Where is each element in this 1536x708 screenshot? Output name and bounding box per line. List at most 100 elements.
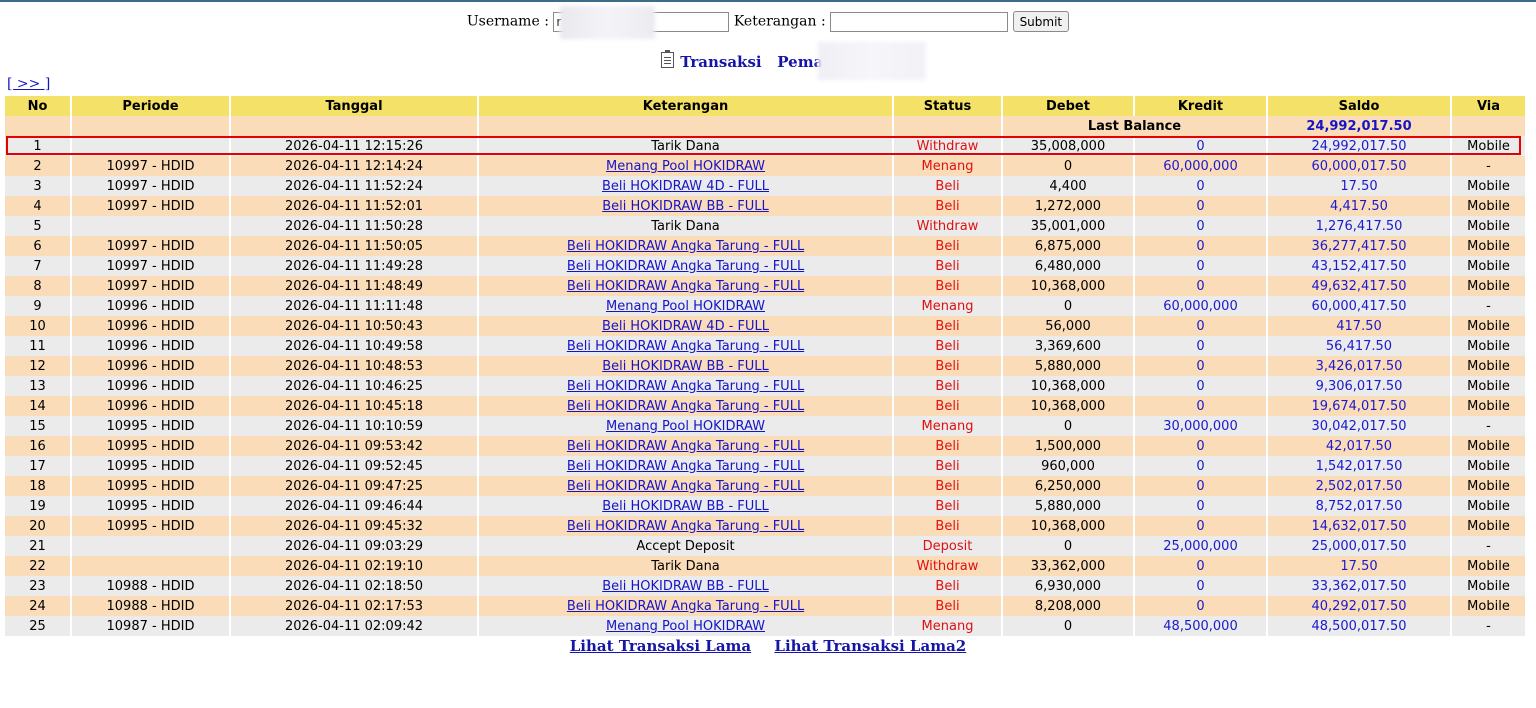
col-header-periode[interactable]: Periode: [71, 96, 231, 116]
cell-keterangan: Menang Pool HOKIDRAW: [478, 156, 894, 176]
col-header-kredit[interactable]: Kredit: [1134, 96, 1268, 116]
transaction-detail-link[interactable]: Beli HOKIDRAW Angka Tarung - FULL: [567, 479, 804, 494]
col-header-tanggal[interactable]: Tanggal: [230, 96, 479, 116]
transaction-detail-link[interactable]: Beli HOKIDRAW BB - FULL: [602, 199, 769, 214]
cell-kredit: 0: [1134, 336, 1268, 356]
keterangan-input[interactable]: [830, 11, 1009, 32]
transaction-detail-link[interactable]: Menang Pool HOKIDRAW: [606, 159, 765, 174]
cell-tanggal: 2026-04-11 10:45:18: [230, 396, 479, 416]
transaction-detail-link[interactable]: Beli HOKIDRAW Angka Tarung - FULL: [567, 399, 804, 414]
cell-keterangan: Menang Pool HOKIDRAW: [478, 296, 894, 316]
cell-tanggal: 2026-04-11 10:48:53: [230, 356, 479, 376]
cell-keterangan: Beli HOKIDRAW BB - FULL: [478, 196, 894, 216]
transaction-detail-link[interactable]: Beli HOKIDRAW BB - FULL: [602, 499, 769, 514]
cell-via: -: [1451, 156, 1527, 176]
cell-no: 9: [5, 296, 72, 316]
cell-via: Mobile: [1451, 216, 1527, 236]
old-transactions-link-2[interactable]: Lihat Transaksi Lama2: [774, 637, 966, 655]
cell-tanggal: 2026-04-11 11:50:28: [230, 216, 479, 236]
cell-debet: 35,001,000: [1002, 216, 1135, 236]
cell-debet: 5,880,000: [1002, 496, 1135, 516]
cell-saldo: 36,277,417.50: [1267, 236, 1452, 256]
cell-tanggal: 2026-04-11 11:50:05: [230, 236, 479, 256]
cell-periode: 10988 - HDID: [71, 576, 231, 596]
cell-status: Menang: [893, 616, 1003, 636]
cell-kredit: 60,000,000: [1134, 156, 1268, 176]
cell-periode: 10995 - HDID: [71, 416, 231, 436]
transaction-detail-link[interactable]: Beli HOKIDRAW 4D - FULL: [602, 179, 769, 194]
cell-via: -: [1451, 296, 1527, 316]
transaction-detail-link[interactable]: Beli HOKIDRAW Angka Tarung - FULL: [567, 439, 804, 454]
cell-keterangan: Tarik Dana: [478, 216, 894, 236]
submit-button[interactable]: Submit: [1012, 11, 1070, 32]
cell-periode: 10996 - HDID: [71, 296, 231, 316]
col-header-via[interactable]: Via: [1451, 96, 1527, 116]
col-header-no[interactable]: No: [5, 96, 72, 116]
cell-status: Withdraw: [893, 136, 1003, 156]
transaction-detail-link[interactable]: Beli HOKIDRAW BB - FULL: [602, 359, 769, 374]
col-header-status[interactable]: Status: [893, 96, 1003, 116]
cell-status: Beli: [893, 356, 1003, 376]
cell-tanggal: 2026-04-11 02:17:53: [230, 596, 479, 616]
cell-no: 17: [5, 456, 72, 476]
col-header-saldo[interactable]: Saldo: [1267, 96, 1452, 116]
col-header-debet[interactable]: Debet: [1002, 96, 1135, 116]
transaction-detail-link[interactable]: Beli HOKIDRAW BB - FULL: [602, 579, 769, 594]
old-transactions-link[interactable]: Lihat Transaksi Lama: [570, 637, 751, 655]
cell-tanggal: 2026-04-11 02:19:10: [230, 556, 479, 576]
cell-no: 7: [5, 256, 72, 276]
cell-status: Beli: [893, 336, 1003, 356]
cell-keterangan: Menang Pool HOKIDRAW: [478, 616, 894, 636]
cell-kredit: 0: [1134, 596, 1268, 616]
cell-no: 21: [5, 536, 72, 556]
transaction-detail-link[interactable]: Beli HOKIDRAW Angka Tarung - FULL: [567, 459, 804, 474]
table-row: 13 10996 - HDID 2026-04-11 10:46:25 Beli HO…: [5, 376, 1527, 396]
table-row: 12 10996 - HDID 2026-04-11 10:48:53 Beli HO…: [5, 356, 1527, 376]
cell-via: Mobile: [1451, 476, 1527, 496]
transaction-detail-link[interactable]: Beli HOKIDRAW Angka Tarung - FULL: [567, 519, 804, 534]
cell-via: Mobile: [1451, 356, 1527, 376]
transaction-detail-link[interactable]: Beli HOKIDRAW 4D - FULL: [602, 319, 769, 334]
transaction-detail-link[interactable]: Beli HOKIDRAW Angka Tarung - FULL: [567, 339, 804, 354]
cell-via: Mobile: [1451, 316, 1527, 336]
next-page-link[interactable]: [ >> ]: [7, 76, 50, 92]
cell-status: Beli: [893, 236, 1003, 256]
cell-periode: [71, 136, 231, 156]
cell-saldo: 8,752,017.50: [1267, 496, 1452, 516]
cell-keterangan: Beli HOKIDRAW Angka Tarung - FULL: [478, 476, 894, 496]
cell-saldo: 4,417.50: [1267, 196, 1452, 216]
cell-periode: 10996 - HDID: [71, 316, 231, 336]
transaction-detail-link[interactable]: Beli HOKIDRAW Angka Tarung - FULL: [567, 239, 804, 254]
cell-keterangan: Beli HOKIDRAW Angka Tarung - FULL: [478, 236, 894, 256]
table-row: 20 10995 - HDID 2026-04-11 09:45:32 Beli HO…: [5, 516, 1527, 536]
cell-periode: 10997 - HDID: [71, 196, 231, 216]
cell-saldo: 1,276,417.50: [1267, 216, 1452, 236]
transaction-table: No Periode Tanggal Keterangan Status Deb…: [5, 96, 1527, 636]
cell-no: 11: [5, 336, 72, 356]
cell-status: Withdraw: [893, 556, 1003, 576]
cell-kredit: 30,000,000: [1134, 416, 1268, 436]
cell-periode: 10995 - HDID: [71, 476, 231, 496]
transaction-detail-link[interactable]: Beli HOKIDRAW Angka Tarung - FULL: [567, 259, 804, 274]
cell-debet: 5,880,000: [1002, 356, 1135, 376]
cell-debet: 6,930,000: [1002, 576, 1135, 596]
col-header-keterangan[interactable]: Keterangan: [478, 96, 894, 116]
cell-periode: 10996 - HDID: [71, 376, 231, 396]
transaction-detail-link[interactable]: Menang Pool HOKIDRAW: [606, 619, 765, 634]
cell-keterangan: Beli HOKIDRAW Angka Tarung - FULL: [478, 336, 894, 356]
table-row: 14 10996 - HDID 2026-04-11 10:45:18 Beli HO…: [5, 396, 1527, 416]
transaction-detail-link[interactable]: Menang Pool HOKIDRAW: [606, 299, 765, 314]
page-title: Transaksi Pemain : ru: [0, 50, 1536, 71]
cell-keterangan: Menang Pool HOKIDRAW: [478, 416, 894, 436]
cell-via: Mobile: [1451, 556, 1527, 576]
cell-kredit: 0: [1134, 516, 1268, 536]
search-bar: Username : Keterangan : Submit: [0, 11, 1536, 32]
transaction-detail-link[interactable]: Beli HOKIDRAW Angka Tarung - FULL: [567, 279, 804, 294]
transaction-detail-link[interactable]: Beli HOKIDRAW Angka Tarung - FULL: [567, 379, 804, 394]
cell-via: Mobile: [1451, 436, 1527, 456]
cell-saldo: 42,017.50: [1267, 436, 1452, 456]
transaction-detail-link[interactable]: Beli HOKIDRAW Angka Tarung - FULL: [567, 599, 804, 614]
cell-no: 15: [5, 416, 72, 436]
cell-tanggal: 2026-04-11 12:14:24: [230, 156, 479, 176]
transaction-detail-link[interactable]: Menang Pool HOKIDRAW: [606, 419, 765, 434]
